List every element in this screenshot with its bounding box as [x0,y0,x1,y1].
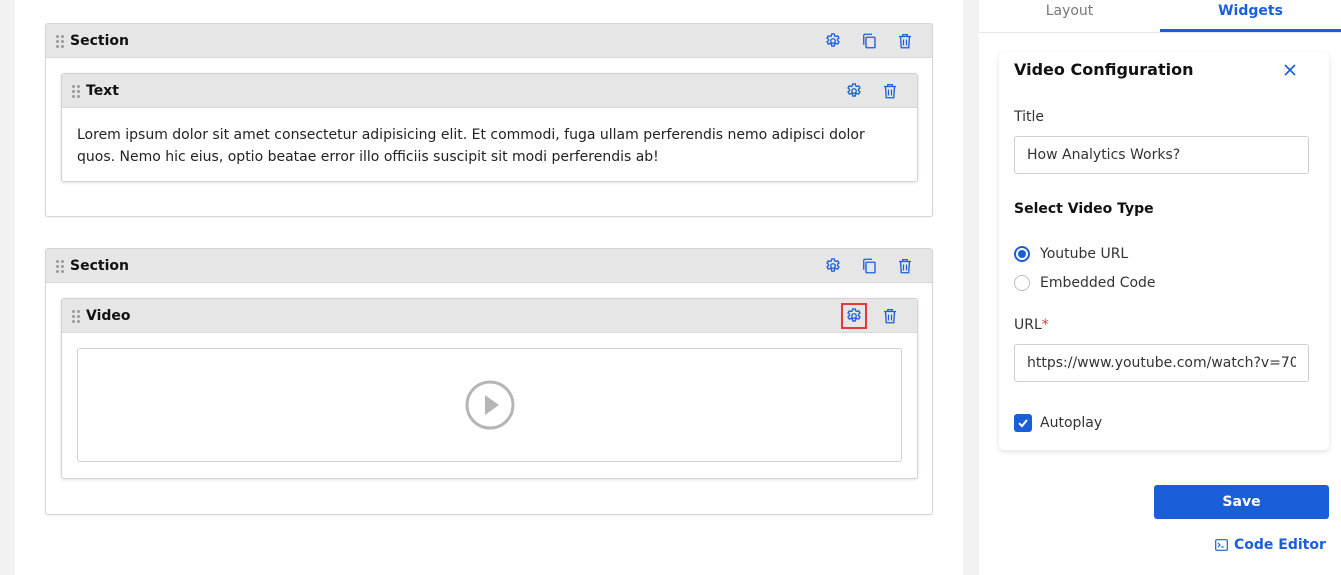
widget-actions [841,299,903,333]
url-label-text: URL [1014,317,1042,333]
drag-handle-icon[interactable] [56,259,64,273]
trash-icon [896,257,914,275]
trash-icon [881,307,899,325]
drag-handle-icon[interactable] [72,309,80,323]
radio-label: Embedded Code [1040,275,1156,291]
gear-icon [845,307,863,325]
text-widget-content: Lorem ipsum dolor sit amet consectetur a… [77,127,865,165]
widget-actions [841,74,903,108]
radio-button[interactable] [1014,275,1030,291]
video-widget: Video [61,298,918,479]
checkmark-icon [1018,419,1028,428]
section-container: Section Video [45,248,933,515]
widget-title: Video [86,307,131,324]
section-settings-button[interactable] [820,28,846,54]
tab-layout[interactable]: Layout [979,0,1160,32]
text-widget: Text Lorem ipsum dolor sit amet consecte… [61,73,918,182]
title-field-label: Title [1014,109,1045,125]
required-mark: * [1041,317,1049,333]
section-duplicate-button[interactable] [856,253,882,279]
close-icon[interactable] [1280,60,1300,80]
radio-button[interactable] [1014,246,1030,262]
widget-header: Text [62,74,917,108]
tab-widgets[interactable]: Widgets [1160,0,1341,32]
play-icon[interactable] [464,379,516,431]
config-title: Video Configuration [1014,60,1194,79]
section-title: Section [70,32,129,49]
save-button[interactable]: Save [1154,485,1329,519]
widget-title: Text [86,82,119,99]
gear-icon [845,82,863,100]
code-editor-link[interactable]: Code Editor [1215,537,1326,553]
url-input[interactable] [1014,344,1309,382]
video-preview[interactable] [77,348,902,462]
widget-header: Video [62,299,917,333]
properties-panel: Layout Widgets Video Configuration Title… [979,0,1341,575]
gear-icon [824,32,842,50]
widget-settings-button[interactable] [841,303,867,329]
section-actions [820,249,918,283]
page-canvas: Section Text Lorem ipsum dolor sit amet … [15,0,963,575]
url-field-label: URL* [1014,317,1049,333]
autoplay-checkbox-row[interactable]: Autoplay [1014,414,1102,432]
radio-embedded-code[interactable]: Embedded Code [1014,275,1156,291]
section-delete-button[interactable] [892,253,918,279]
autoplay-label: Autoplay [1040,415,1103,431]
section-container: Section Text Lorem ipsum dolor sit amet … [45,23,933,217]
section-header: Section [46,24,932,58]
drag-handle-icon[interactable] [72,84,80,98]
widget-delete-button[interactable] [877,78,903,104]
section-actions [820,24,918,58]
terminal-icon [1215,539,1228,551]
trash-icon [896,32,914,50]
section-header: Section [46,249,932,283]
section-title: Section [70,257,129,274]
section-delete-button[interactable] [892,28,918,54]
code-editor-label: Code Editor [1234,537,1326,553]
copy-icon [860,32,878,50]
video-type-label: Select Video Type [1014,201,1154,217]
radio-label: Youtube URL [1040,246,1129,262]
panel-tabs: Layout Widgets [979,0,1341,33]
widget-delete-button[interactable] [877,303,903,329]
radio-youtube-url[interactable]: Youtube URL [1014,246,1128,262]
video-configuration-card: Video Configuration Title Select Video T… [999,52,1329,450]
widget-settings-button[interactable] [841,78,867,104]
section-settings-button[interactable] [820,253,846,279]
copy-icon [860,257,878,275]
title-input[interactable] [1014,136,1309,174]
trash-icon [881,82,899,100]
autoplay-checkbox[interactable] [1014,414,1032,432]
gear-icon [824,257,842,275]
drag-handle-icon[interactable] [56,34,64,48]
section-duplicate-button[interactable] [856,28,882,54]
